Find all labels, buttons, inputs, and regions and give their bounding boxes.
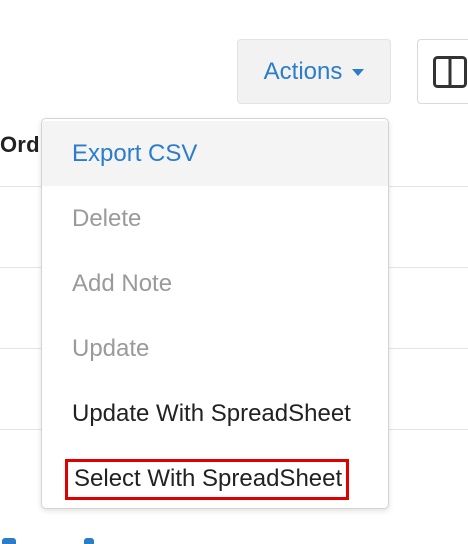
- menu-item-add-note[interactable]: Add Note: [42, 251, 388, 316]
- page: Ord Actions Export CSV Delete Add Note U…: [0, 0, 468, 544]
- partial-link[interactable]: [84, 538, 94, 544]
- actions-button[interactable]: Actions: [237, 39, 391, 104]
- menu-item-label: Delete: [72, 204, 142, 232]
- menu-item-select-with-spreadsheet[interactable]: Select With SpreadSheet: [42, 446, 388, 508]
- actions-label: Actions: [263, 57, 343, 85]
- column-header: Ord: [0, 132, 40, 157]
- actions-dropdown-menu: Export CSV Delete Add Note Update Update…: [41, 118, 389, 509]
- menu-item-label: Update: [72, 334, 150, 362]
- menu-item-export-csv[interactable]: Export CSV: [42, 121, 388, 186]
- menu-item-delete[interactable]: Delete: [42, 186, 388, 251]
- annotation-box-label: Select With SpreadSheet: [65, 459, 350, 500]
- menu-item-update[interactable]: Update: [42, 316, 388, 381]
- partial-link[interactable]: [2, 538, 16, 544]
- menu-item-update-with-spreadsheet[interactable]: Update With SpreadSheet: [42, 381, 388, 446]
- menu-item-label: Export CSV: [72, 139, 198, 167]
- columns-toggle-button[interactable]: [417, 39, 468, 104]
- menu-item-label: Update With SpreadSheet: [72, 399, 351, 427]
- columns-icon: [433, 55, 467, 88]
- caret-down-icon: [352, 69, 365, 76]
- menu-item-label: Add Note: [72, 269, 173, 297]
